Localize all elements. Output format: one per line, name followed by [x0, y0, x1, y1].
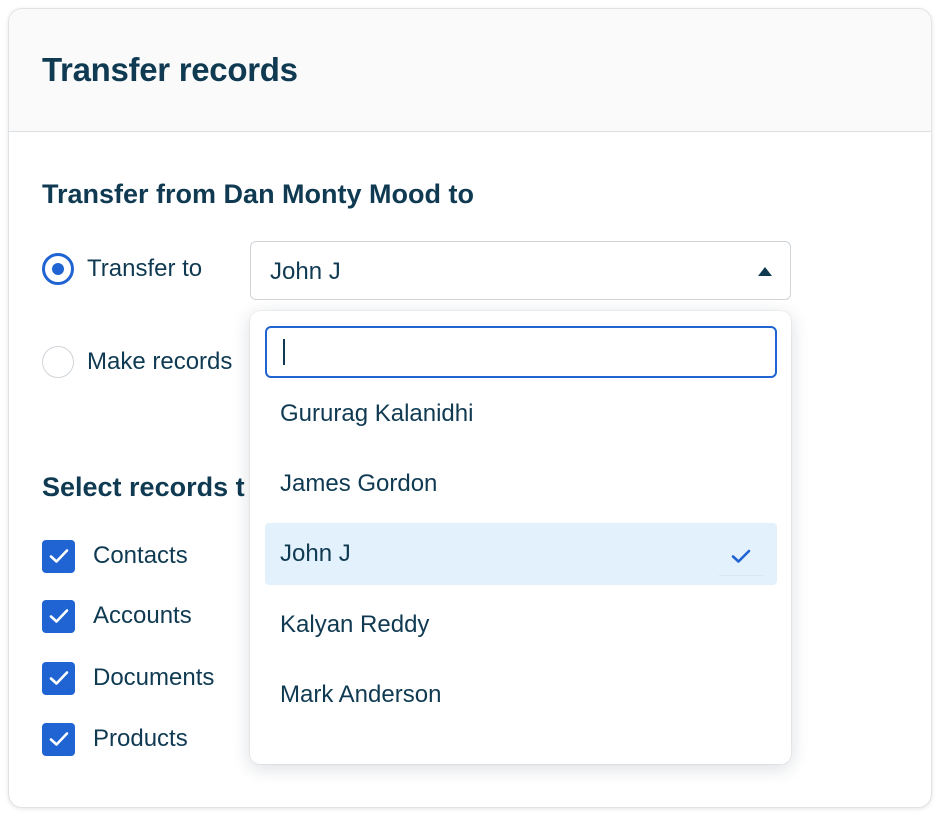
transfer-records-dialog: Transfer records Transfer from Dan Monty… [8, 8, 932, 808]
checkbox-label-documents: Documents [93, 664, 215, 691]
checkmark-icon [49, 609, 68, 623]
dropdown-option-gururag-kalanidhi[interactable]: Gururag Kalanidhi [265, 383, 777, 445]
radio-transfer-to[interactable]: Transfer to [42, 252, 202, 286]
checkmark-icon [49, 549, 68, 563]
checkbox-label-accounts: Accounts [93, 602, 192, 629]
checkbox-contacts[interactable] [42, 539, 75, 573]
radio-button-transfer-to[interactable] [42, 253, 74, 285]
dropdown-option-james-gordon[interactable]: James Gordon [265, 453, 777, 515]
text-cursor [283, 339, 285, 365]
dropdown-option-john-j[interactable]: John J [265, 523, 777, 585]
checkmark-icon [49, 732, 68, 746]
dropdown-option-kalyan-reddy[interactable]: Kalyan Reddy [265, 594, 777, 656]
radio-label-make-records: Make records [87, 348, 233, 375]
dropdown-search-input[interactable] [265, 326, 777, 378]
option-label: Mark Anderson [280, 681, 442, 708]
dialog-title: Transfer records [42, 51, 298, 88]
checkbox-row-documents[interactable]: Documents [42, 661, 214, 695]
user-dropdown-menu: Gururag Kalanidhi James Gordon John J Ka… [250, 311, 791, 764]
checkbox-products[interactable] [42, 722, 75, 756]
option-label: John J [280, 540, 351, 567]
checkbox-row-contacts[interactable]: Contacts [42, 539, 188, 573]
option-label: Kalyan Reddy [280, 611, 430, 638]
checkbox-row-accounts[interactable]: Accounts [42, 599, 192, 633]
checkmark-icon [49, 671, 68, 685]
option-label: Gururag Kalanidhi [280, 400, 474, 427]
caret-up-icon [758, 267, 772, 276]
transfer-to-select[interactable]: John J [250, 241, 791, 300]
check-icon [719, 537, 763, 576]
records-heading: Select records t [42, 472, 245, 502]
selected-user: John J [270, 258, 341, 285]
radio-label-transfer-to: Transfer to [87, 255, 203, 282]
checkbox-documents[interactable] [42, 661, 75, 695]
checkbox-row-products[interactable]: Products [42, 722, 188, 756]
radio-button-make-records[interactable] [42, 346, 74, 378]
dropdown-option-mark-anderson[interactable]: Mark Anderson [265, 664, 777, 726]
checkbox-label-contacts: Contacts [93, 542, 188, 569]
dialog-header: Transfer records [9, 9, 931, 132]
checkbox-accounts[interactable] [42, 599, 75, 633]
option-label: James Gordon [280, 470, 438, 497]
radio-make-records[interactable]: Make records [42, 345, 232, 379]
checkbox-label-products: Products [93, 725, 188, 752]
transfer-heading: Transfer from Dan Monty Mood to [42, 179, 474, 209]
